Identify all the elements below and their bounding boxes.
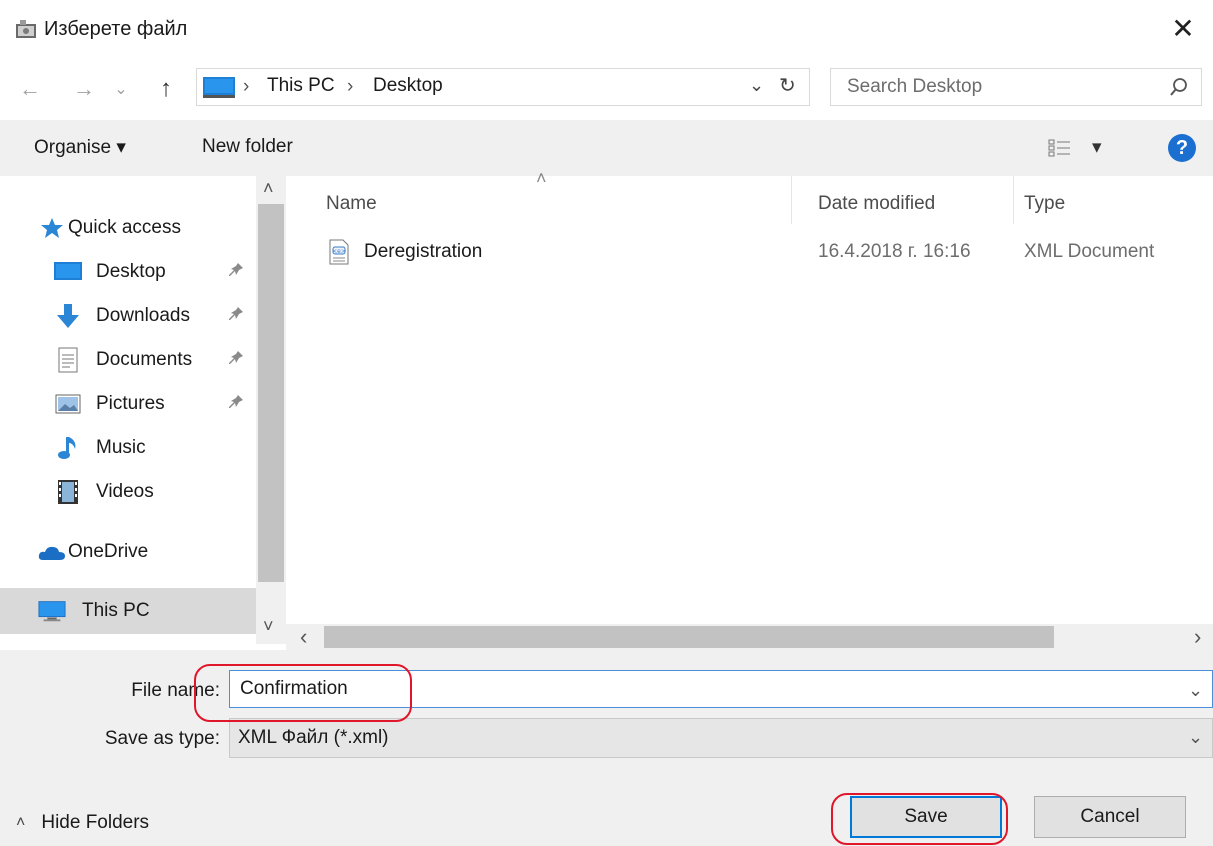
save-as-type-select[interactable]: XML Файл (*.xml) ⌄ [229, 718, 1213, 758]
sort-ascending-icon: ˄ [536, 168, 547, 188]
column-divider[interactable] [791, 176, 792, 224]
forward-arrow-icon[interactable]: → [70, 72, 98, 106]
nav-label: Documents [96, 349, 193, 370]
address-dropdown-icon[interactable]: ⌄ [749, 75, 764, 96]
back-arrow-icon[interactable]: ← [16, 72, 44, 106]
nav-label: Desktop [96, 261, 166, 282]
nav-item-music[interactable]: Music [0, 426, 256, 470]
command-toolbar: Organise ▾ New folder ▾ ? [0, 120, 1213, 176]
videos-icon [54, 480, 82, 504]
onedrive-cloud-icon [38, 540, 66, 564]
nav-label-this-pc: This PC [82, 600, 150, 621]
nav-label: Downloads [96, 305, 190, 326]
nav-label-quick-access: Quick access [68, 217, 181, 238]
nav-label: Music [96, 437, 146, 458]
refresh-icon[interactable]: ↻ [779, 73, 796, 98]
app-icon [14, 18, 38, 42]
scrollbar-thumb[interactable] [324, 626, 1054, 648]
title-bar: Изберете файл ✕ [0, 0, 1213, 58]
breadcrumb-separator: › [243, 76, 250, 97]
music-icon [54, 436, 82, 460]
scrollbar-thumb[interactable] [258, 204, 284, 582]
pictures-icon [54, 392, 82, 416]
breadcrumb-desktop[interactable]: Desktop [373, 75, 443, 97]
nav-quick-access[interactable]: Quick access [0, 206, 256, 250]
scroll-right-icon[interactable]: › [1194, 624, 1201, 650]
nav-item-downloads[interactable]: Downloads [0, 294, 256, 338]
help-icon[interactable]: ? [1168, 134, 1196, 162]
organise-button[interactable]: Organise ▾ [34, 136, 126, 159]
nav-item-onedrive[interactable]: OneDrive [0, 530, 256, 574]
address-bar[interactable]: › This PC › Desktop ⌄ ↻ [196, 68, 810, 106]
column-header-name[interactable]: Name [326, 186, 377, 222]
save-as-type-dropdown-icon[interactable]: ⌄ [1188, 727, 1203, 748]
horizontal-scrollbar[interactable]: ‹ › [286, 624, 1213, 650]
this-pc-icon [38, 599, 66, 623]
save-as-type-value: XML Файл (*.xml) [238, 727, 389, 748]
scroll-left-icon[interactable]: ‹ [300, 624, 307, 650]
file-list: ˄ Name Date modified Type <e> Deregistra… [286, 168, 1213, 624]
xml-file-icon: <e> [328, 239, 350, 265]
file-type: XML Document [1024, 241, 1155, 262]
navigation-pane: Quick access Desktop Downloads Documents [0, 176, 286, 644]
this-pc-icon [203, 77, 235, 99]
star-icon [38, 216, 66, 240]
save-as-type-label: Save as type: [104, 728, 220, 749]
file-name: Deregistration [364, 241, 483, 262]
nav-item-this-pc[interactable]: This PC [0, 588, 256, 634]
file-date-modified: 16.4.2018 г. 16:16 [818, 241, 971, 262]
file-row[interactable]: <e> Deregistration 16.4.2018 г. 16:16 XM… [286, 232, 1213, 272]
pin-icon [228, 394, 244, 414]
hide-folders-label: Hide Folders [41, 812, 150, 833]
scroll-down-icon[interactable]: ˅ [263, 616, 274, 637]
breadcrumb-this-pc[interactable]: This PC [267, 75, 335, 97]
cancel-button[interactable]: Cancel [1034, 796, 1186, 838]
desktop-icon [54, 260, 82, 284]
new-folder-button[interactable]: New folder [202, 136, 293, 158]
chevron-up-icon: ˄ [16, 814, 26, 831]
downloads-icon [54, 304, 82, 328]
svg-text:<e>: <e> [332, 248, 346, 255]
window-title: Изберете файл [44, 18, 188, 40]
nav-item-desktop[interactable]: Desktop [0, 250, 256, 294]
search-icon[interactable] [1169, 77, 1189, 97]
nav-item-pictures[interactable]: Pictures [0, 382, 256, 426]
save-button[interactable]: Save [850, 796, 1002, 838]
search-box[interactable]: Search Desktop [830, 68, 1202, 106]
nav-label: Videos [96, 481, 154, 502]
column-header-type[interactable]: Type [1024, 186, 1065, 222]
file-name-input[interactable] [229, 670, 1213, 708]
breadcrumb-separator: › [347, 76, 354, 97]
navigation-scrollbar[interactable]: ˄ ˅ [256, 176, 286, 644]
file-name-label: File name: [131, 680, 220, 701]
file-name-dropdown-icon[interactable]: ⌄ [1188, 680, 1203, 701]
hide-folders-button[interactable]: ˄ Hide Folders [16, 808, 149, 838]
nav-label: Pictures [96, 393, 165, 414]
close-button[interactable]: ✕ [1160, 6, 1206, 50]
recent-locations-chevron-icon[interactable]: ⌄ [110, 72, 132, 106]
nav-label-onedrive: OneDrive [68, 541, 149, 562]
up-arrow-icon[interactable]: ↑ [150, 72, 182, 106]
nav-item-videos[interactable]: Videos [0, 470, 256, 514]
pin-icon [228, 350, 244, 370]
scroll-up-icon[interactable]: ˄ [263, 178, 274, 199]
documents-icon [54, 347, 82, 373]
column-divider[interactable] [1013, 176, 1014, 224]
nav-item-documents[interactable]: Documents [0, 338, 256, 382]
pin-icon [228, 306, 244, 326]
view-options-icon[interactable] [1048, 138, 1072, 158]
view-dropdown-icon[interactable]: ▾ [1092, 136, 1102, 159]
column-header-date-modified[interactable]: Date modified [818, 186, 935, 222]
search-placeholder: Search Desktop [847, 76, 983, 97]
pin-icon [228, 262, 244, 282]
